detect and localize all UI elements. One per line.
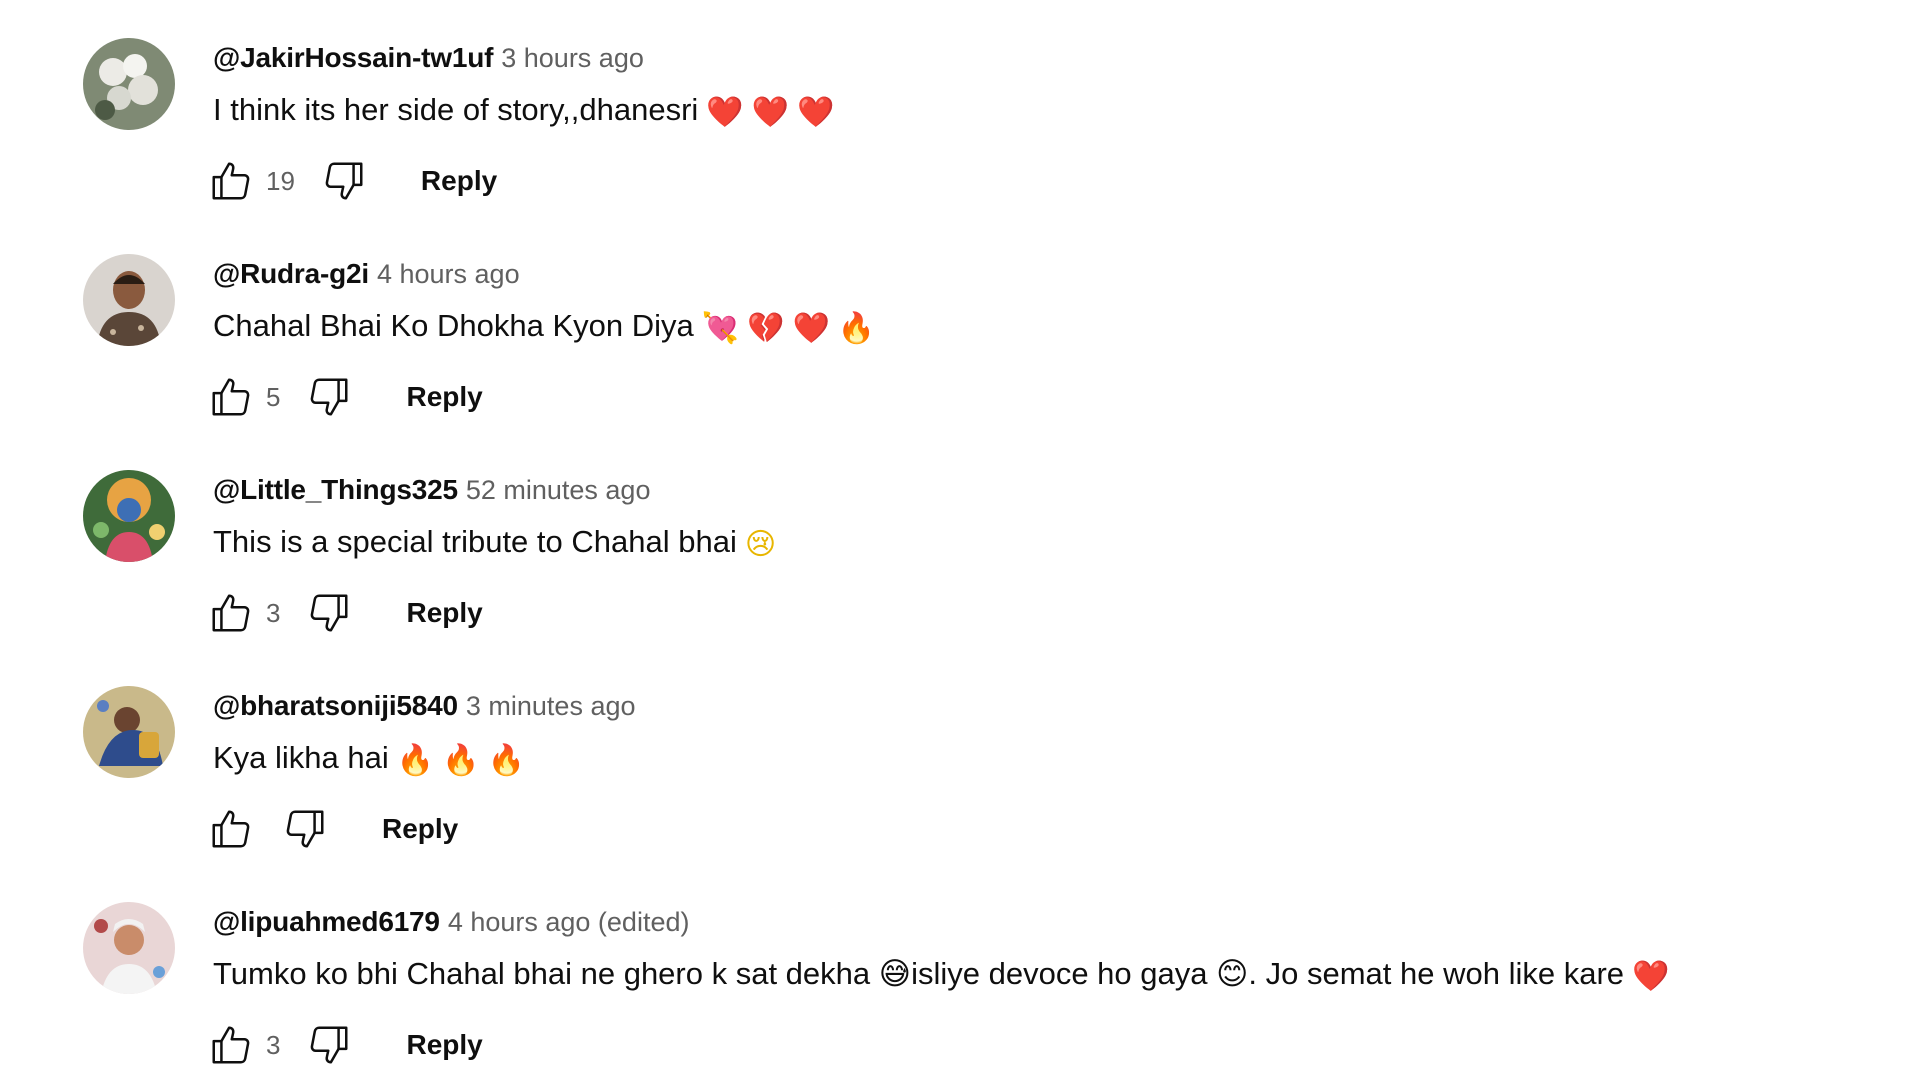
comment-author[interactable]: @lipuahmed6179 (213, 906, 440, 937)
comment-text-content: Kya likha hai (213, 740, 389, 775)
comment-text-content: This is a special tribute to Chahal bhai (213, 524, 737, 559)
avatar-image (83, 902, 175, 994)
crying-face-emoji: 😢 (744, 527, 777, 562)
fire-emoji: 🔥 (442, 743, 480, 778)
comment-author[interactable]: @JakirHossain-tw1uf (213, 42, 493, 73)
comment-author[interactable]: @Little_Things325 (213, 474, 458, 505)
comment-text: Chahal Bhai Ko Dhokha Kyon Diya 💘 💔 ❤️ 🔥 (213, 304, 875, 351)
fire-emoji: 🔥 (837, 311, 876, 346)
comment-actions: 19 Reply (206, 156, 497, 206)
thumbs-up-icon (212, 1026, 250, 1064)
avatar[interactable] (83, 470, 175, 562)
avatar[interactable] (83, 254, 175, 346)
reply-button[interactable]: Reply (406, 1029, 482, 1061)
thumbs-down-icon (311, 378, 348, 416)
comment-text: This is a special tribute to Chahal bhai… (213, 520, 776, 567)
comment-text: Tumko ko bhi Chahal bhai ne ghero k sat … (213, 952, 1669, 999)
heart-emoji: ❤️ (751, 95, 790, 130)
comment-timestamp[interactable]: 52 minutes ago (466, 475, 651, 505)
comment-header: @bharatsoniji5840 3 minutes ago (213, 686, 636, 726)
comment-thread: @Rudra-g2i 4 hours ago Chahal Bhai Ko Dho… (0, 216, 1920, 430)
comment-thread: @JakirHossain-tw1uf 3 hours ago I think i… (0, 0, 1920, 214)
like-count: 19 (266, 165, 295, 196)
thumbs-up-icon (212, 594, 250, 632)
comment-thread: @lipuahmed6179 4 hours ago (edited) Tumko… (0, 864, 1920, 1078)
avatar-image (83, 38, 175, 130)
avatar-image (83, 254, 175, 346)
like-count: 3 (266, 597, 281, 628)
avatar[interactable] (83, 902, 175, 994)
comment-thread: @Little_Things325 52 minutes ago This is … (0, 432, 1920, 646)
comment-header: @Little_Things325 52 minutes ago (213, 470, 650, 510)
fire-emoji: 🔥 (396, 743, 435, 778)
reply-button[interactable]: Reply (421, 165, 497, 197)
thumbs-down-icon (311, 594, 348, 632)
thumbs-up-icon (212, 810, 250, 848)
avatar-image (83, 686, 175, 778)
thumbs-down-icon (286, 810, 324, 848)
avatar[interactable] (83, 686, 175, 778)
like-button[interactable] (206, 804, 256, 854)
reply-button[interactable]: Reply (382, 813, 458, 845)
thumbs-down-icon (325, 162, 363, 200)
comment-timestamp[interactable]: 4 hours ago (edited) (448, 907, 690, 937)
heart-emoji: ❤️ (797, 95, 835, 130)
dislike-button[interactable] (304, 588, 354, 638)
fire-emoji: 🔥 (487, 743, 525, 778)
dislike-button[interactable] (304, 372, 354, 422)
thumbs-down-icon (311, 1026, 348, 1064)
like-button[interactable] (206, 588, 256, 638)
like-count: 5 (266, 381, 281, 412)
thumbs-up-icon (212, 378, 250, 416)
comment-actions: 3 Reply (206, 588, 483, 638)
like-button[interactable] (206, 372, 256, 422)
like-button[interactable] (206, 156, 256, 206)
comment-actions: Reply (206, 804, 458, 854)
comment-text-content: I think its her side of story,,dhanesri (213, 92, 699, 127)
heart-emoji: ❤️ (1632, 959, 1670, 994)
comment-timestamp[interactable]: 4 hours ago (377, 259, 520, 289)
dislike-button[interactable] (304, 1020, 354, 1070)
dislike-button[interactable] (319, 156, 369, 206)
comment-header: @Rudra-g2i 4 hours ago (213, 254, 520, 294)
comment-header: @lipuahmed6179 4 hours ago (edited) (213, 902, 689, 942)
comment-text-content: Tumko ko bhi Chahal bhai ne ghero k sat … (213, 956, 1625, 991)
like-count: 3 (266, 1029, 281, 1060)
comment-header: @JakirHossain-tw1uf 3 hours ago (213, 38, 644, 78)
dislike-button[interactable] (280, 804, 330, 854)
comment-text: I think its her side of story,,dhanesri ❤… (213, 88, 834, 135)
comment-timestamp[interactable]: 3 minutes ago (466, 691, 636, 721)
comment-thread: @bharatsoniji5840 3 minutes ago Kya likha… (0, 648, 1920, 862)
avatar[interactable] (83, 38, 175, 130)
comment-author[interactable]: @Rudra-g2i (213, 258, 369, 289)
broken-heart-emoji: 💔 (747, 311, 785, 346)
comment-timestamp[interactable]: 3 hours ago (501, 43, 644, 73)
thumbs-up-icon (212, 162, 250, 200)
heart-emoji: ❤️ (706, 95, 744, 130)
reply-button[interactable]: Reply (406, 597, 482, 629)
comment-text-content: Chahal Bhai Ko Dhokha Kyon Diya (213, 308, 694, 343)
comment-author[interactable]: @bharatsoniji5840 (213, 690, 458, 721)
reply-button[interactable]: Reply (406, 381, 482, 413)
comments-list: @JakirHossain-tw1uf 3 hours ago I think i… (0, 0, 1920, 1080)
heart-with-arrow-emoji: 💘 (701, 311, 740, 346)
heart-emoji: ❤️ (792, 311, 830, 346)
comment-actions: 3 Reply (206, 1020, 483, 1070)
like-button[interactable] (206, 1020, 256, 1070)
comment-actions: 5 Reply (206, 372, 483, 422)
avatar-image (83, 470, 175, 562)
comment-text: Kya likha hai 🔥 🔥 🔥 (213, 736, 525, 783)
